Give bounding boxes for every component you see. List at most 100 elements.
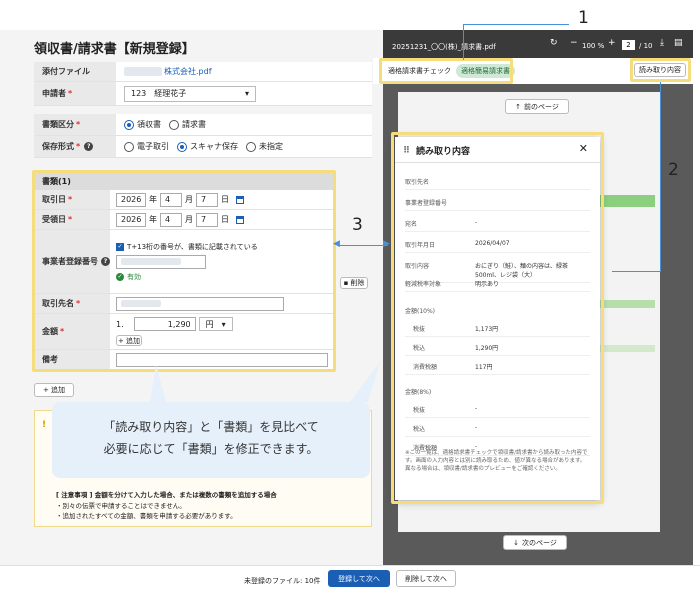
callout-2: 2 [668, 160, 679, 180]
amount-input[interactable]: 1,290 [133, 317, 196, 331]
invoice-check-badge: 適格簡易請求書 [456, 64, 515, 78]
viewer-filename: 20251231_〇〇(株)_請求書.pdf [392, 43, 496, 51]
read-panel-footnote: ※この一覧は、適格請求書チェックで領収書/請求書から読み取った内容です。画面の入… [405, 450, 588, 472]
read-panel-row: 軽減税率対象 明示あり [405, 279, 590, 292]
rotate-icon[interactable]: ↻ [550, 38, 558, 48]
warning-icon: ! [42, 420, 47, 430]
read-panel-row: 取引先名 [405, 177, 590, 190]
partner-row: 取引先名 * [34, 294, 334, 314]
notice-line-2: ・追加されたすべての金額、書類を申請する必要があります。 [56, 512, 237, 520]
applicant-select[interactable]: 123 経理花子 ▾ [124, 85, 256, 102]
next-page-button[interactable]: ↓ 次のページ [503, 535, 567, 550]
recv-month-input[interactable]: 4 [160, 212, 182, 227]
applicant-row: 申請者 * 123 経理花子 ▾ [34, 82, 372, 106]
read-content-panel: ⠿ 読み取り内容 ✕ 取引先名事業者登録番号 宛名 - 取引年月日 2026/04/07… [395, 137, 600, 500]
help-icon[interactable]: ? [101, 257, 110, 266]
page-number-input[interactable]: 2 [622, 40, 635, 50]
explanation-bubble: 「読み取り内容」と「書類」を見比べて 必要に応じて「書類」を修正できます。 [52, 402, 370, 478]
bubble-line-1: 「読み取り内容」と「書類」を見比べて [103, 420, 319, 434]
arrow-up-icon: ↑ [515, 102, 521, 111]
page-title: 領収書/請求書【新規登録】 [34, 42, 195, 57]
applicant-label: 申請者 [42, 89, 66, 98]
memo-label: 備考 [34, 350, 110, 369]
read-panel-section: 金額(8%) [405, 389, 432, 396]
radio-unspecified[interactable]: 未指定 [246, 141, 283, 152]
close-icon[interactable]: ✕ [579, 142, 588, 155]
zoom-out-icon[interactable]: − [570, 38, 578, 48]
read-panel-row: 宛名 - [405, 219, 590, 232]
help-icon[interactable]: ? [84, 142, 94, 151]
recv-year-input[interactable]: 2026 [116, 212, 146, 227]
read-panel-row: 事業者登録番号 [405, 198, 590, 211]
preview-green-band [600, 195, 655, 207]
radio-invoice[interactable]: 請求書 [169, 119, 206, 130]
storage-label: 保存形式 [42, 142, 74, 151]
read-panel-title: 読み取り内容 [416, 147, 471, 157]
delete-button[interactable]: ▪ 削除 [340, 277, 368, 289]
read-panel-row: 取引年月日 2026/04/07 [405, 240, 590, 253]
preview-green-band [600, 345, 655, 352]
read-content-button[interactable]: 読み取り内容 [634, 63, 686, 77]
drag-handle-icon[interactable]: ⠿ [403, 146, 410, 156]
reg-no-status: 有効 [127, 272, 141, 281]
recv-day-input[interactable]: 7 [196, 212, 218, 227]
read-panel-row: 税込 - [405, 424, 590, 437]
applicant-value: 123 経理花子 [131, 89, 187, 98]
doc-type-label: 書類区分 [42, 120, 74, 129]
checkbox-reg-no[interactable]: ✓ [116, 242, 124, 251]
add-document-button[interactable]: + 追加 [34, 383, 74, 397]
register-next-button[interactable]: 登録して次へ [328, 570, 390, 587]
document-section-title: 書類(1) [34, 172, 334, 190]
bubble-line-2: 必要に応じて「書類」を修正できます。 [103, 442, 319, 456]
attachment-link[interactable]: 株式会社.pdf [164, 66, 212, 77]
txn-day-input[interactable]: 7 [196, 192, 218, 207]
recv-date-row: 受領日 * 2026 年 4月 7日 [34, 210, 334, 230]
radio-electronic[interactable]: 電子取引 [124, 141, 169, 152]
read-panel-row: 税抜 - [405, 405, 590, 418]
radio-scanner[interactable]: スキャナ保存 [177, 141, 238, 152]
amount-row: 金額 * 1. 1,290 円 ▾ + 追加 [34, 314, 334, 350]
print-icon[interactable]: ▤ [674, 38, 683, 48]
notice-title: [ 注意事項 ] 金額を分けて入力した場合、または複数の書類を追加する場合 [56, 491, 277, 499]
notice-line-1: ・別々の伝票で申請することはできません。 [56, 502, 186, 510]
download-icon[interactable]: ⤓ [660, 38, 664, 48]
txn-year-input[interactable]: 2026 [116, 192, 146, 207]
page-total: / 10 [639, 42, 653, 50]
chevron-down-icon: ▾ [244, 89, 249, 98]
arrow-down-icon: ↓ [513, 538, 519, 547]
invoice-check-label: 適格請求書チェック [388, 67, 451, 75]
partner-input[interactable] [116, 296, 284, 311]
attachment-row: 添付ファイル 株式会社.pdf [34, 62, 372, 82]
bubble-pointer [150, 362, 380, 402]
doc-type-row: 書類区分 * 領収書 請求書 [34, 114, 372, 136]
storage-row: 保存形式 * ? 電子取引 スキャナ保存 未指定 [34, 136, 372, 158]
read-panel-row: 税込 1,290円 [405, 343, 590, 356]
calendar-icon[interactable] [236, 215, 244, 224]
radio-receipt[interactable]: 領収書 [124, 119, 161, 130]
zoom-in-icon[interactable]: + [608, 38, 616, 48]
preview-green-band [600, 300, 655, 308]
read-panel-row: 税抜 1,173円 [405, 324, 590, 337]
trash-icon: ▪ [343, 279, 349, 287]
zoom-level: 100 % [582, 42, 605, 50]
attachment-label: 添付ファイル [34, 62, 116, 81]
txn-date-row: 取引日 * 2026 年 4月 7日 [34, 190, 334, 210]
prev-page-button[interactable]: ↑ 前のページ [505, 99, 569, 114]
reg-no-checkbox-label: T+13桁の番号が、書類に記載されている [127, 242, 258, 251]
txn-month-input[interactable]: 4 [160, 192, 182, 207]
callout-1: 1 [578, 8, 589, 28]
reg-no-input[interactable] [116, 254, 206, 269]
callout-3: 3 [352, 215, 363, 235]
add-amount-button[interactable]: + 追加 [116, 335, 142, 346]
calendar-icon[interactable] [236, 195, 244, 204]
arrow-left-icon: ◀ [333, 239, 340, 249]
reg-no-row: 事業者登録番号 ? ✓ T+13桁の番号が、書類に記載されている ✓ 有効 [34, 230, 334, 294]
currency-select[interactable]: 円 ▾ [198, 317, 233, 331]
unregistered-count: 未登録のファイル: 10件 [244, 577, 321, 585]
arrow-right-icon: ▶ [383, 239, 390, 249]
read-panel-section: 金額(10%) [405, 308, 436, 315]
attachment-blur [124, 67, 162, 76]
delete-next-button[interactable]: 削除して次へ [396, 570, 456, 587]
check-circle-icon: ✓ [116, 272, 124, 281]
read-panel-row: 消費税額 117円 [405, 362, 590, 375]
